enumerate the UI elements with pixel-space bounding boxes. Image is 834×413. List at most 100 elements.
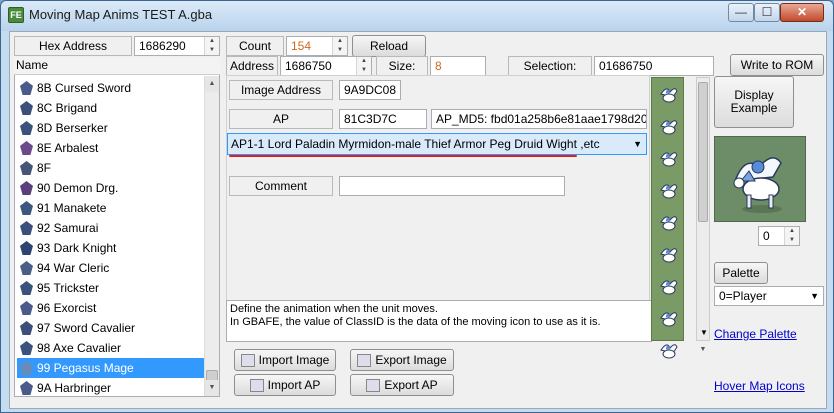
list-item[interactable]: 91 Manakete xyxy=(17,198,205,218)
import-image-label: Import Image xyxy=(258,353,330,367)
reload-button[interactable]: Reload xyxy=(352,35,426,57)
frame-spinner[interactable]: ▲ ▼ xyxy=(784,227,799,245)
hex-address-input[interactable]: 1686290 ▲ ▼ xyxy=(134,36,220,56)
import-ap-button[interactable]: Import AP xyxy=(234,374,336,396)
list-item-label: 90 Demon Drg. xyxy=(37,181,119,195)
palette-button[interactable]: Palette xyxy=(714,262,768,284)
size-label: Size: xyxy=(376,56,428,76)
ap-input[interactable]: 81C3D7C xyxy=(339,109,427,129)
display-example-button[interactable]: Display Example xyxy=(714,76,794,128)
address-input[interactable]: 1686750 ▲ ▼ xyxy=(280,56,372,76)
sprite-icon xyxy=(20,221,33,235)
triangle-down-icon: ▼ xyxy=(700,328,708,337)
list-item-label: 97 Sword Cavalier xyxy=(37,321,136,335)
hover-map-icons-link[interactable]: Hover Map Icons xyxy=(714,379,805,393)
scroll-up-arrow-icon[interactable]: ▲ xyxy=(205,76,219,92)
selection-value: 01686750 xyxy=(594,56,714,76)
app-icon: FE xyxy=(8,7,24,23)
hex-address-spinner[interactable]: ▲ ▼ xyxy=(204,37,219,55)
change-palette-link[interactable]: Change Palette xyxy=(714,327,797,341)
import-image-button[interactable]: Import Image xyxy=(234,349,336,371)
ap-select-value: AP1-1 Lord Paladin Myrmidon-male Thief A… xyxy=(231,137,600,151)
image-address-label: Image Address xyxy=(229,80,333,100)
comment-input[interactable] xyxy=(339,176,565,196)
sprite-icon xyxy=(20,101,33,115)
description-box: Define the animation when the unit moves… xyxy=(226,300,652,342)
hex-address-label: Hex Address xyxy=(14,36,132,56)
ap-select[interactable]: AP1-1 Lord Paladin Myrmidon-male Thief A… xyxy=(227,133,647,155)
list-item-label: 94 War Cleric xyxy=(37,261,110,275)
count-input[interactable]: 154 ▲ ▼ xyxy=(286,36,348,56)
export-image-button[interactable]: Export Image xyxy=(350,349,454,371)
close-button[interactable]: ✕ xyxy=(780,3,824,22)
palette-select-value: 0=Player xyxy=(719,289,767,303)
scroll-down-arrow-icon[interactable]: ▼ xyxy=(205,380,219,396)
sprite-icon xyxy=(20,261,33,275)
pegasus-frame-icon xyxy=(659,116,678,138)
export-image-label: Export Image xyxy=(375,353,447,367)
list-item[interactable]: 8C Brigand xyxy=(17,98,205,118)
pegasus-frame-icon xyxy=(659,212,678,234)
main-panel: Hex Address 1686290 ▲ ▼ Count 154 ▲ ▼ Relo… xyxy=(9,31,827,409)
list-item-label: 91 Manakete xyxy=(37,201,107,215)
list-item[interactable]: 97 Sword Cavalier xyxy=(17,318,205,338)
image-address-input[interactable]: 9A9DC08 xyxy=(339,80,401,100)
size-input[interactable]: 8 xyxy=(430,56,486,76)
maximize-button[interactable]: ☐ xyxy=(754,3,780,22)
import-ap-label: Import AP xyxy=(267,378,321,392)
import-icon xyxy=(240,354,255,368)
ap-md5-field[interactable]: AP_MD5: fbd01a258b6e81aae1798d20e8d9 xyxy=(431,109,647,129)
sprite-icon xyxy=(20,381,33,395)
palette-select[interactable]: 0=Player ▼ xyxy=(714,286,824,306)
pegasus-frame-icon xyxy=(659,180,678,202)
selection-label: Selection: xyxy=(508,56,592,76)
app-window: FE Moving Map Anims TEST A.gba — ☐ ✕ Hex… xyxy=(0,0,834,413)
list-item[interactable]: 8D Berserker xyxy=(17,118,205,138)
pegasus-frame-icon xyxy=(659,244,678,266)
list-item[interactable]: 94 War Cleric xyxy=(17,258,205,278)
list-item[interactable]: 9A Harbringer xyxy=(17,378,205,396)
scroll-down-arrow-icon[interactable]: ▼ xyxy=(697,342,709,356)
list-item[interactable]: 96 Exorcist xyxy=(17,298,205,318)
export-icon xyxy=(357,354,372,368)
pegasus-frame-icon xyxy=(659,308,678,330)
count-label: Count xyxy=(226,36,284,56)
list-item[interactable]: 92 Samurai xyxy=(17,218,205,238)
frame-input[interactable]: 0 ▲ ▼ xyxy=(758,226,800,246)
sprite-icon xyxy=(20,161,33,175)
sprite-icon xyxy=(20,241,33,255)
list-item[interactable]: 98 Axe Cavalier xyxy=(17,338,205,358)
list-item[interactable]: 95 Trickster xyxy=(17,278,205,298)
sprite-icon xyxy=(20,281,33,295)
chevron-down-icon: ▼ xyxy=(633,139,642,149)
list-item[interactable]: 8E Arbalest xyxy=(17,138,205,158)
export-ap-button[interactable]: Export AP xyxy=(350,374,454,396)
class-list-scrollbar[interactable]: ▲ ▼ xyxy=(204,76,219,396)
pegasus-frame-icon xyxy=(659,84,678,106)
hex-address-value: 1686290 xyxy=(139,39,186,53)
minimize-button[interactable]: — xyxy=(728,3,754,22)
sprite-icon xyxy=(20,81,33,95)
list-item-label: 92 Samurai xyxy=(37,221,99,235)
list-item-label: 8F xyxy=(37,161,52,175)
ap-label: AP xyxy=(229,109,333,129)
strip-scroll-thumb[interactable] xyxy=(698,82,708,222)
description-line-2: In GBAFE, the value of ClassID is the da… xyxy=(230,316,601,328)
sprite-icon xyxy=(20,201,33,215)
list-item[interactable]: 8B Cursed Sword xyxy=(17,78,205,98)
count-value: 154 xyxy=(291,39,312,53)
name-column-header: Name xyxy=(14,57,220,75)
address-spinner[interactable]: ▲ ▼ xyxy=(356,57,371,75)
list-item[interactable]: 8F xyxy=(17,158,205,178)
list-item-label: 95 Trickster xyxy=(37,281,100,295)
sprite-icon xyxy=(20,361,33,375)
list-item[interactable]: 93 Dark Knight xyxy=(17,238,205,258)
pegasus-frame-icon xyxy=(659,148,678,170)
list-item[interactable]: 99 Pegasus Mage xyxy=(17,358,205,378)
count-spinner[interactable]: ▲ ▼ xyxy=(332,37,347,55)
strip-scrollbar[interactable]: ▼ xyxy=(696,77,710,353)
export-icon xyxy=(366,379,381,393)
write-to-rom-button[interactable]: Write to ROM xyxy=(730,54,824,76)
class-list[interactable]: 8B Cursed Sword 8C Brigand 8D Berserker 8E … xyxy=(14,57,220,397)
list-item[interactable]: 90 Demon Drg. xyxy=(17,178,205,198)
